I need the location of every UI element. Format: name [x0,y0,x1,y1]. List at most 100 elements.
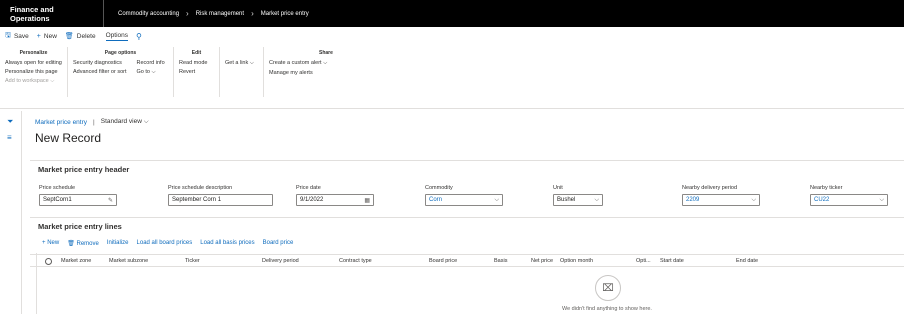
manage-alerts-button[interactable]: Manage my alerts [269,70,383,76]
delete-label: Delete [76,32,96,40]
initialize-button[interactable]: Initialize [107,240,129,247]
grid-header: Market zone Market subzone Ticker Delive… [30,254,904,267]
section-title[interactable]: Market price entry lines [30,218,904,231]
record-info-button[interactable]: Record info [137,60,165,66]
calendar-icon[interactable]: ▦ [364,197,370,204]
chevron-right-icon: › [186,9,189,18]
divider [36,253,37,314]
column-header-contract-type[interactable]: Contract type [339,258,372,264]
chevron-right-icon: › [251,9,254,18]
section-title[interactable]: Market price entry header [30,161,904,174]
page-header: Market price entry | Standard view ⌵ New… [35,118,895,145]
column-header-start-date[interactable]: Start date [660,258,684,264]
breadcrumb-market-price-entry[interactable]: Market price entry [261,11,309,17]
chevron-down-icon: ⌵ [151,69,156,75]
load-all-board-prices-button[interactable]: Load all board prices [137,240,193,247]
breadcrumb-link[interactable]: Market price entry [35,119,87,126]
empty-box-icon: ⌧ [595,275,621,301]
header-fields: Price schedule SeptCorn1 ✎ Price schedule… [39,185,904,209]
chevron-down-icon: ⌵ [249,60,254,66]
advanced-filter-button[interactable]: Advanced filter or sort [73,69,127,75]
column-header-market-zone[interactable]: Market zone [61,258,91,264]
revert-button[interactable]: Revert [179,69,214,75]
column-header-basis[interactable]: Basis [494,258,507,264]
chevron-down-icon: ⌵ [143,118,149,125]
ribbon-group-share: Share Create a custom alert ⌵ Manage my … [264,47,388,97]
save-label: Save [13,32,29,40]
get-a-link-button[interactable]: Get a link ⌵ [225,60,258,67]
save-button[interactable]: 🖫 Save [5,31,29,42]
left-rail: ⏷ ≡ [0,111,22,314]
group-title: Edit [191,50,202,56]
new-label: New [43,32,57,40]
price-schedule-input[interactable]: SeptCorn1 ✎ [39,194,117,206]
ribbon-group-personalize: Personalize Always open for editing Pers… [0,47,68,97]
unit-field: Unit Bushel ⌵ [553,185,603,206]
chevron-down-icon[interactable]: ⌵ [594,197,599,204]
commodity-select[interactable]: Corn ⌵ [425,194,503,206]
chevron-down-icon[interactable]: ⌵ [494,197,499,204]
unit-select[interactable]: Bushel ⌵ [553,194,603,206]
chevron-down-icon[interactable]: ⌵ [879,197,884,204]
personalize-page-button[interactable]: Personalize this page [5,69,62,75]
new-line-button[interactable]: + New [42,240,59,247]
nearby-ticker-select[interactable]: CU22 ⌵ [810,194,888,206]
price-schedule-description-input[interactable]: September Corn 1 [168,194,273,206]
trash-icon: 🗑 [67,241,75,247]
add-to-workspace-button[interactable]: Add to workspace ⌵ [5,78,62,85]
column-header-option[interactable]: Opti... [636,258,651,264]
breadcrumb-risk-management[interactable]: Risk management [196,11,244,17]
navigation-breadcrumb: Commodity accounting › Risk management ›… [104,9,309,18]
read-mode-button[interactable]: Read mode [179,60,214,66]
group-title: Share [319,50,333,56]
app-title[interactable]: Finance and Operations [0,0,104,27]
select-all-radio[interactable] [45,258,52,265]
field-label: Nearby delivery period [682,185,738,191]
chevron-down-icon[interactable]: ⌵ [751,197,756,204]
save-icon: 🖫 [5,31,11,39]
plus-icon: + [36,32,41,40]
field-label: Price schedule description [168,185,233,191]
trash-icon: 🗑 [64,33,74,40]
price-date-input[interactable]: 9/1/2022 ▦ [296,194,374,206]
column-header-delivery-period[interactable]: Delivery period [262,258,299,264]
commodity-field: Commodity Corn ⌵ [425,185,503,206]
header-section: Market price entry header Price schedule… [30,160,904,210]
field-label: Commodity [425,185,453,191]
tab-options[interactable]: Options [105,32,128,41]
always-open-for-editing-button[interactable]: Always open for editing [5,60,62,66]
nearby-delivery-period-select[interactable]: 2209 ⌵ [682,194,760,206]
chevron-down-icon: ⌵ [50,78,55,84]
price-schedule-field: Price schedule SeptCorn1 ✎ [39,185,117,206]
column-header-net-price[interactable]: Net price [531,258,553,264]
delete-button[interactable]: 🗑 Delete [64,32,96,41]
breadcrumb-commodity-accounting[interactable]: Commodity accounting [118,11,179,17]
field-label: Nearby ticker [810,185,843,191]
list-icon[interactable]: ≡ [7,133,12,142]
board-price-button[interactable]: Board price [263,240,294,247]
search-icon[interactable]: ⚲ [136,32,142,41]
remove-line-button[interactable]: 🗑 Remove [67,240,99,247]
column-header-ticker[interactable]: Ticker [185,258,200,264]
column-header-option-month[interactable]: Option month [560,258,593,264]
go-to-button[interactable]: Go to ⌵ [137,69,165,76]
create-custom-alert-button[interactable]: Create a custom alert ⌵ [269,60,383,67]
new-button[interactable]: + New [37,33,57,40]
edit-pencil-icon[interactable]: ✎ [108,197,113,204]
load-all-basis-prices-button[interactable]: Load all basis prices [200,240,254,247]
top-nav-bar: Finance and Operations Commodity account… [0,0,904,27]
column-header-market-subzone[interactable]: Market subzone [109,258,148,264]
page-title: New Record [35,131,102,145]
ribbon-group-link: Get a link ⌵ [220,47,264,97]
ribbon-group-page-options: Page options Security diagnostics Advanc… [68,47,174,97]
column-header-end-date[interactable]: End date [736,258,758,264]
security-diagnostics-button[interactable]: Security diagnostics [73,60,127,66]
view-selector[interactable]: Standard view ⌵ [101,118,149,126]
filter-icon[interactable]: ⏷ [7,117,13,127]
page-breadcrumb: Market price entry | Standard view ⌵ [35,118,149,126]
plus-icon: + [42,240,46,246]
column-header-board-price[interactable]: Board price [429,258,457,264]
chevron-down-icon: ⌵ [323,60,328,66]
price-schedule-description-field: Price schedule description September Cor… [168,185,273,206]
field-label: Unit [553,185,563,191]
